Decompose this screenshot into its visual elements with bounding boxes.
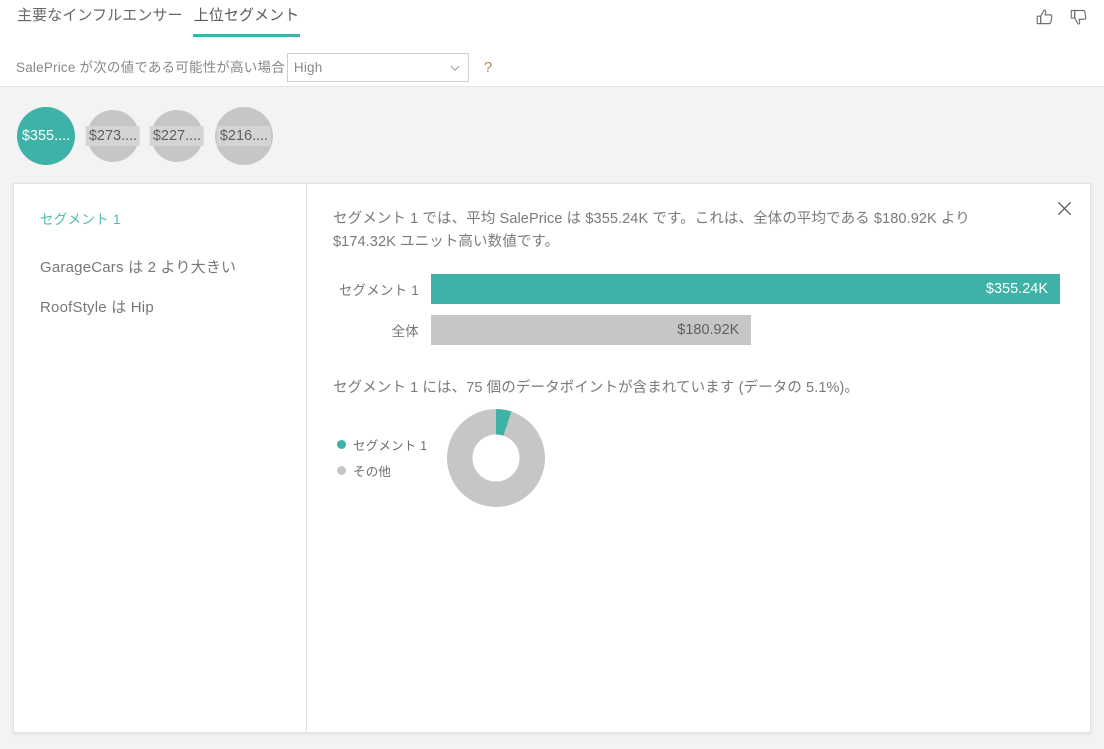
tab-key-influencers[interactable]: 主要なインフルエンサー [16,6,184,37]
close-icon[interactable] [1051,195,1077,221]
donut-svg [447,409,545,507]
segment-bubble-1[interactable]: $355.... [17,106,75,165]
segment-bubble-list: $355.... $273.... $227.... $216.... [17,88,273,183]
chevron-down-icon [448,61,462,75]
segment-bubble-2[interactable]: $273.... [85,109,141,162]
visual-header: 主要なインフルエンサー 上位セグメント SalePrice が次の値である可能性… [0,0,1104,87]
target-value-dropdown[interactable]: High [286,53,469,82]
segment-bubble-4-label: $216.... [216,125,272,146]
filter-label: SalePrice が次の値である可能性が高い場合 [16,59,285,75]
segment-detail-panel: セグメント 1 GarageCars は 2 より大きい RoofStyle は… [13,183,1091,733]
donut-legend: セグメント 1 その他 [337,409,447,487]
bar-row-segment: セグメント 1 $355.24K [333,274,1060,304]
average-comparison-bar-chart: セグメント 1 $355.24K 全体 $180.92K [333,274,1060,345]
bar-row-overall: 全体 $180.92K [333,315,1060,345]
segment-bubble-1-label: $355.... [18,125,74,146]
donut-slice-other[interactable] [447,409,545,507]
bar-track-overall: $180.92K [431,315,1060,345]
segment-bubble-3-label: $227.... [149,125,205,146]
target-value-dropdown-value: High [293,60,323,75]
donut-chart-graphic [447,409,545,507]
bar-track-segment: $355.24K [431,274,1060,304]
segment-rule-1: GarageCars は 2 より大きい [40,259,237,276]
help-icon[interactable]: ? [484,53,492,82]
segment-detail-pane: セグメント 1 では、平均 SalePrice は $355.24K です。これ… [307,184,1090,732]
thumbs-down-icon[interactable] [1068,6,1090,28]
legend-item-other[interactable]: その他 [337,461,447,480]
feedback-buttons [1034,6,1090,28]
bar-overall[interactable]: $180.92K [431,315,752,345]
segment-summary-text: セグメント 1 では、平均 SalePrice は $355.24K です。これ… [333,211,970,250]
bar-category-segment: セグメント 1 [338,283,419,298]
segment-datapoint-text: セグメント 1 には、75 個のデータポイントが含まれています (データの 5.… [333,380,860,396]
segment-rules-pane: セグメント 1 GarageCars は 2 より大きい RoofStyle は… [14,184,307,732]
segment-rule-2: RoofStyle は Hip [40,299,154,316]
bar-category-overall: 全体 [391,324,419,339]
filter-row: SalePrice が次の値である可能性が高い場合 High ? [16,53,492,82]
segment-rules-heading: セグメント 1 [40,212,121,227]
legend-item-segment[interactable]: セグメント 1 [337,435,447,454]
tab-top-segments-label: 上位セグメント [193,7,300,24]
segment-share-donut-chart: セグメント 1 その他 [333,409,1060,507]
segment-bubble-strip: $355.... $273.... $227.... $216.... [0,88,1104,183]
tab-top-segments[interactable]: 上位セグメント [192,6,301,37]
bar-segment-value: $355.24K [985,281,1048,297]
tab-bar: 主要なインフルエンサー 上位セグメント [16,6,301,37]
bar-overall-value: $180.92K [677,322,740,338]
thumbs-up-icon[interactable] [1034,6,1056,28]
tab-key-influencers-label: 主要なインフルエンサー [17,7,183,24]
key-influencers-visual: 主要なインフルエンサー 上位セグメント SalePrice が次の値である可能性… [0,0,1104,749]
segment-bubble-4[interactable]: $216.... [215,106,273,165]
bar-segment[interactable]: $355.24K [431,274,1060,304]
legend-label-segment: セグメント 1 [353,439,428,453]
legend-dot-other-icon [337,466,346,475]
segment-bubble-2-label: $273.... [85,125,141,146]
legend-dot-segment-icon [337,440,346,449]
segment-bubble-3[interactable]: $227.... [149,109,205,162]
legend-label-other: その他 [353,465,392,479]
